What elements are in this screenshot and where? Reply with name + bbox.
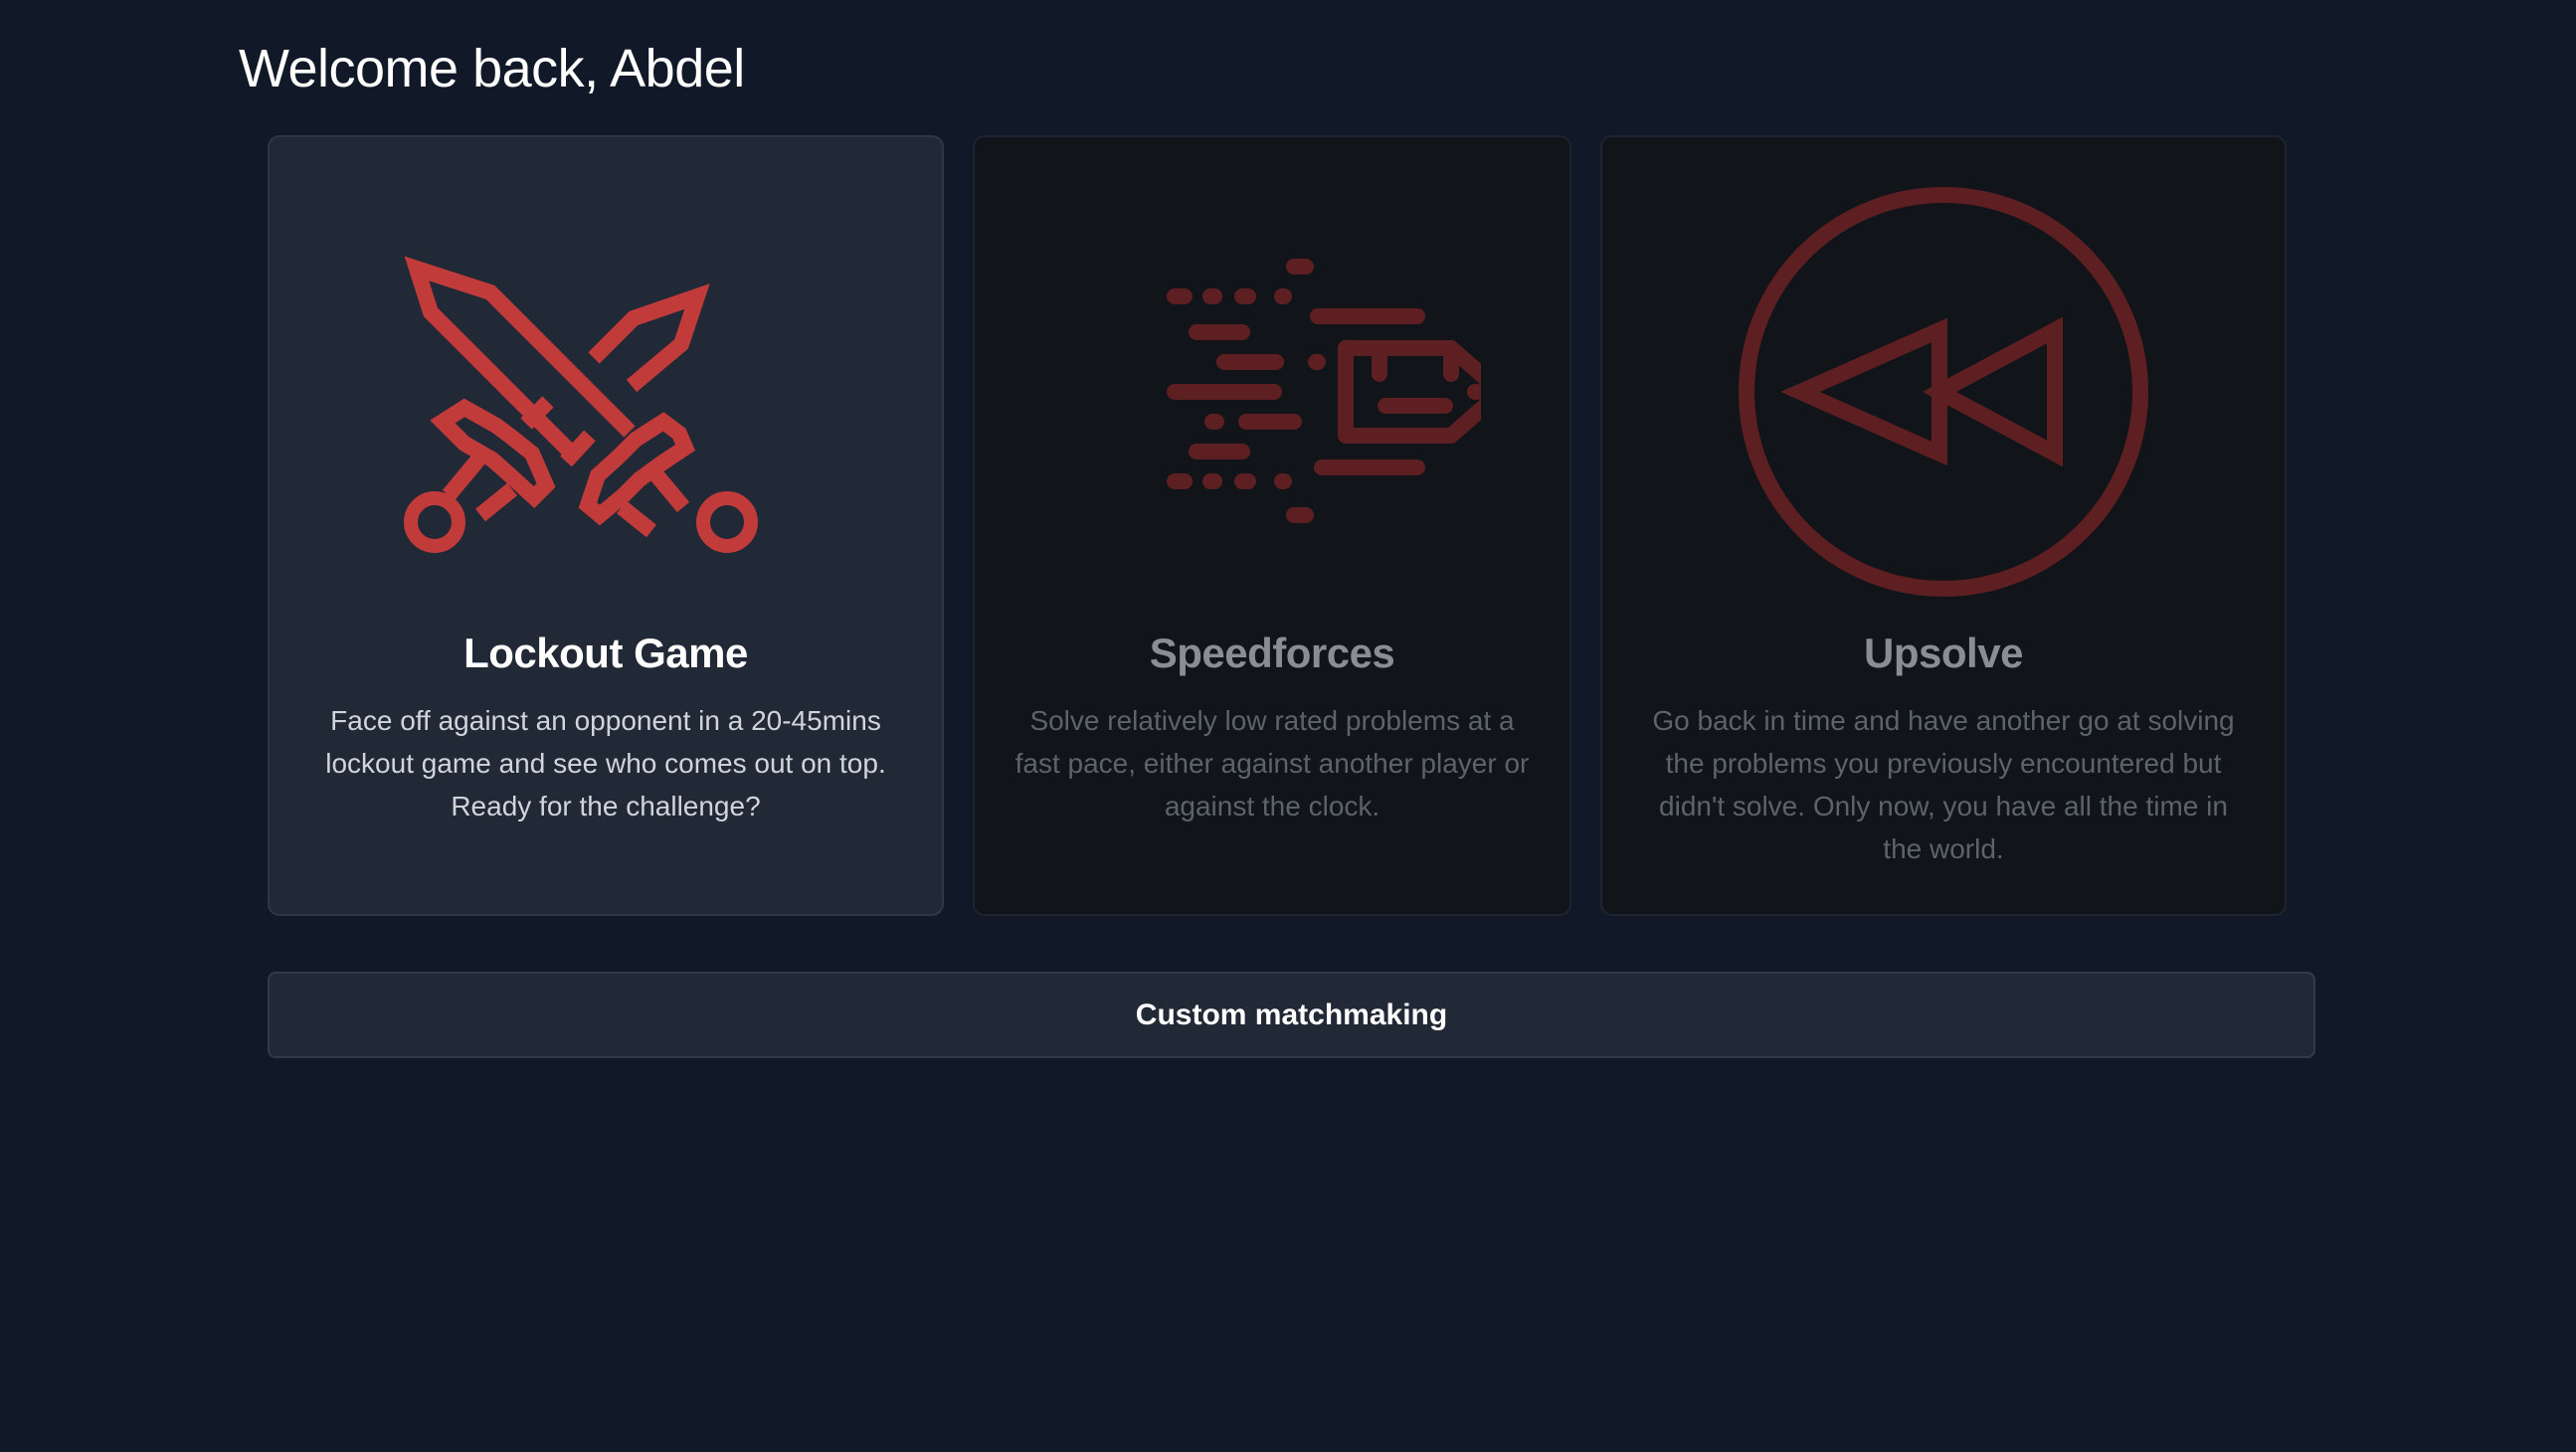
mode-card-lockout[interactable]: Lockout Game Face off against an opponen… <box>268 135 944 916</box>
card-description: Face off against an opponent in a 20-45m… <box>325 705 886 821</box>
speeding-bullet-icon <box>975 187 1569 605</box>
card-description: Solve relatively low rated problems at a… <box>1014 705 1530 821</box>
card-title: Lockout Game <box>463 630 748 676</box>
card-title: Speedforces <box>1149 630 1395 676</box>
rewind-circle-icon <box>1602 187 2285 605</box>
card-title: Upsolve <box>1864 630 2023 676</box>
card-description: Go back in time and have another go at s… <box>1652 705 2235 864</box>
mode-card-upsolve[interactable]: Upsolve Go back in time and have another… <box>1600 135 2287 916</box>
crossed-swords-icon <box>270 187 942 605</box>
welcome-heading: Welcome back, Abdel <box>239 39 745 98</box>
custom-matchmaking-button[interactable]: Custom matchmaking <box>268 972 2315 1058</box>
mode-card-speedforces[interactable]: Speedforces Solve relatively low rated p… <box>973 135 1571 916</box>
page: Welcome back, Abdel Lockout Game Face of… <box>0 0 2576 1452</box>
